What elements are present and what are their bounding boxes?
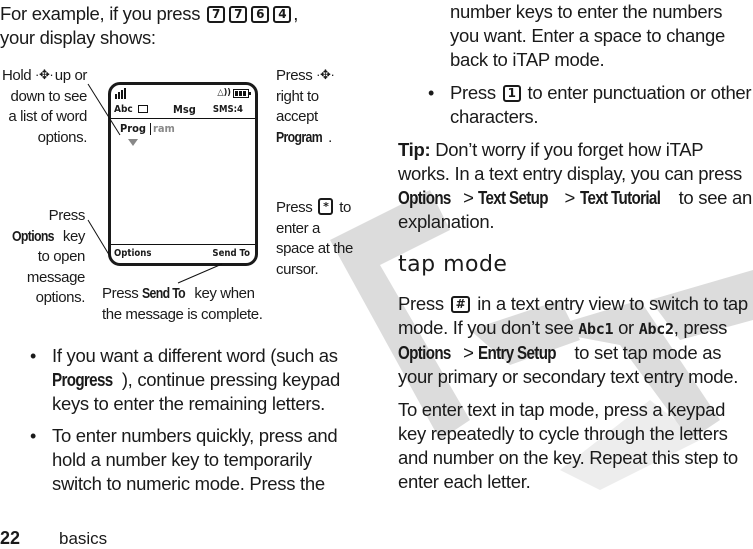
key-6: 6	[251, 6, 270, 23]
text-entry-line: Prog ram	[111, 121, 255, 137]
options-softkey[interactable]: Options	[114, 245, 151, 263]
text-cursor	[150, 123, 151, 135]
numeric-mode-continuation: number keys to enter the numbers you wan…	[450, 1, 725, 70]
menu-path-options: Options	[398, 342, 451, 363]
text-mode-indicator: Abc	[114, 104, 133, 115]
mode-indicator-abc2: Abc2	[638, 320, 674, 338]
nav-key-icon: ·✥·	[35, 67, 54, 82]
section-name: basics	[59, 529, 108, 548]
callout-press-right: Press ·✥· right to accept Program.	[276, 67, 335, 146]
section-heading: tap mode	[398, 252, 508, 277]
title-bar: Abc Msg SMS:4	[111, 102, 255, 119]
menu-path-options: Options	[398, 187, 451, 208]
screen-title: Msg	[173, 103, 196, 116]
intro-paragraph: For example, if you press 7764, your dis…	[0, 3, 299, 48]
bullet-numbers-quickly: • To enter numbers quickly, press and ho…	[30, 425, 338, 494]
nav-key-icon: ·✥·	[316, 67, 335, 82]
bullet-icon: •	[428, 83, 435, 103]
status-bar: △))	[111, 88, 255, 102]
menu-path-entry-setup: Entry Setup	[478, 342, 557, 363]
book-icon	[138, 105, 148, 113]
word-suggestion: ram	[153, 122, 175, 135]
key-1: 1	[502, 85, 521, 102]
star-key-icon: *	[318, 198, 334, 215]
typed-text: Prog	[120, 122, 147, 135]
callout-press-star: Press * to enter a space at the cursor.	[276, 198, 353, 278]
tap-mode-instructions: To enter text in tap mode, press a keypa…	[398, 399, 738, 492]
mode-indicator-abc1: Abc1	[578, 320, 614, 338]
bullet-different-word: • If you want a different word (such as …	[30, 345, 340, 414]
menu-path-text-setup: Text Setup	[478, 187, 549, 208]
battery-icon	[233, 89, 251, 101]
bullet-punctuation: • Press 1 to enter punctuation or other …	[428, 82, 752, 127]
send-to-softkey[interactable]: Send To	[212, 245, 250, 263]
tip-label: Tip:	[398, 139, 431, 160]
callout-hold-nav: Hold ·✥· up or down to see a list of wor…	[1, 67, 87, 146]
tip-paragraph: Tip: Don’t worry if you forget how iTAP …	[398, 139, 752, 232]
key-7: 7	[229, 6, 248, 23]
phone-display: △)) Abc Msg SMS:4 Prog ram Options Send …	[108, 82, 258, 266]
sms-counter: SMS:4	[212, 104, 243, 115]
page-number: 22	[0, 528, 21, 548]
bullet-icon: •	[30, 426, 37, 446]
bullet-icon: •	[30, 346, 37, 366]
softkey-bar: Options Send To	[111, 244, 255, 263]
signal-strength-icon	[115, 88, 129, 102]
tap-mode-paragraph: Press # in a text entry view to switch t…	[398, 293, 748, 387]
key-7: 7	[207, 6, 226, 23]
alert-icon: △))	[217, 88, 231, 98]
scroll-down-arrow-icon	[128, 139, 138, 146]
callout-press-send: Press Send To key when the message is co…	[102, 285, 263, 323]
key-4: 4	[273, 6, 292, 23]
pound-key-icon: #	[450, 296, 471, 313]
callout-press-options: Press Options key to open message option…	[12, 207, 85, 306]
menu-path-text-tutorial: Text Tutorial	[579, 187, 661, 208]
